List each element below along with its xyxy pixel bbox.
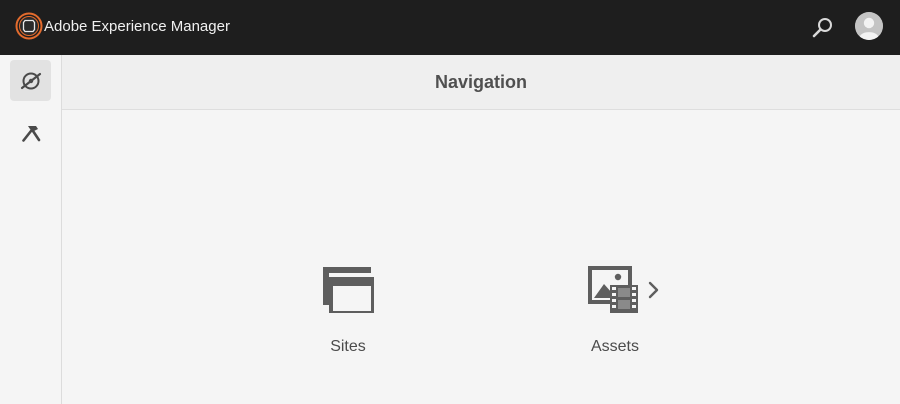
sites-windows-icon xyxy=(288,265,408,321)
top-bar: Adobe Experience Manager xyxy=(0,0,900,55)
app-title[interactable]: Adobe Experience Manager xyxy=(44,17,230,37)
navigation-content: Sites Assets xyxy=(62,110,900,404)
sites-tile[interactable]: Sites xyxy=(288,265,408,365)
search-icon[interactable] xyxy=(810,15,836,41)
assets-label: Assets xyxy=(590,338,639,355)
navigation-compass-icon[interactable] xyxy=(10,60,51,101)
left-rail xyxy=(0,55,62,404)
hammer-tools-icon[interactable] xyxy=(10,113,51,154)
page-header: Navigation xyxy=(62,55,900,110)
sites-label: Sites xyxy=(330,338,366,355)
user-avatar-icon[interactable] xyxy=(855,12,883,40)
aem-logo-icon[interactable] xyxy=(15,12,43,40)
page-title: Navigation xyxy=(434,72,527,92)
chevron-right-icon[interactable] xyxy=(647,280,661,300)
